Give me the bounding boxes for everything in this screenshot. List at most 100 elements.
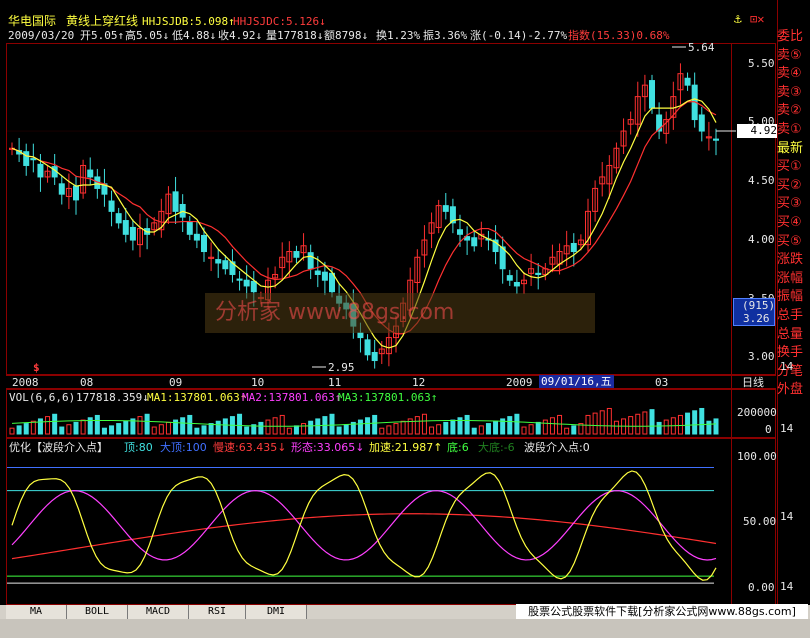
side-num: 14 <box>780 580 794 593</box>
candle-body <box>535 272 542 275</box>
indicator-entry: 波段介入点:0 <box>524 441 590 454</box>
quote-field-6: 最新 <box>777 140 804 156</box>
quote-field-13: 涨幅 <box>777 270 804 286</box>
price-tick: 3.00 <box>748 350 775 363</box>
candle-body <box>471 237 478 247</box>
vol-title: VOL(6,6,6) <box>9 391 76 404</box>
anchor-icon[interactable]: ⚓ <box>734 12 742 27</box>
time-label: 12 <box>412 376 426 389</box>
low-price-label: 2.95 <box>328 361 355 374</box>
quote-field-5: 卖① <box>777 122 802 137</box>
candle-body <box>293 251 300 258</box>
indicator-tick: 0.00 <box>748 581 775 594</box>
quote-field-1: 卖⑤ <box>777 47 802 63</box>
quote-field-14: 振幅 <box>777 289 804 305</box>
indicator-slow: 慢速:63.435↓ <box>213 441 287 454</box>
candle-body <box>73 185 79 201</box>
high-price-label: 5.64 <box>688 41 715 54</box>
vol-ma3: MA3:137801.063↑ <box>338 391 438 404</box>
status-bar <box>0 619 810 638</box>
indicator-bottom-big: 大底:-6 <box>478 441 515 454</box>
volume-mark-value: 3.26 <box>743 312 770 325</box>
quote-field-3: 卖③ <box>777 84 802 100</box>
quote-field-15: 总手 <box>777 308 804 323</box>
candle-body <box>321 271 328 281</box>
quote-field-4: 卖② <box>777 103 802 119</box>
candle-body <box>506 275 513 281</box>
window-controls[interactable]: ⊡✕ <box>750 12 764 26</box>
indicator-top: 顶:80 <box>124 441 153 454</box>
candle-body <box>364 339 371 356</box>
quote-field-10: 买④ <box>777 215 802 230</box>
candle-body <box>457 229 463 235</box>
time-label: 2008 <box>12 376 39 389</box>
indicator-top-big: 大顶:100 <box>160 441 207 454</box>
candle-body <box>713 138 719 141</box>
tab-boll[interactable]: BOLL <box>67 605 128 619</box>
candle-body <box>222 260 229 270</box>
candle-body <box>307 252 314 270</box>
candle-body <box>442 205 449 212</box>
candle-body <box>122 220 129 235</box>
candle-body <box>108 200 115 212</box>
side-num: 14 <box>780 510 794 523</box>
candle-body <box>129 226 136 241</box>
quote-field-9: 买③ <box>777 196 802 212</box>
indicator-title: 优化【波段介入点】 <box>9 441 108 454</box>
candle-body <box>250 280 257 293</box>
vol-value: 177818.359↓ <box>76 391 149 404</box>
quote-field-19: 外盘 <box>777 382 804 398</box>
tab-rsi[interactable]: RSI <box>189 605 246 619</box>
footnote-banner[interactable]: 股票公式股票软件下载[分析家公式网www.88gs.com] <box>516 604 808 620</box>
quote-field-11: 买⑤ <box>777 233 802 249</box>
quote-field-16: 总量 <box>777 326 804 342</box>
period-label: 日线 <box>742 376 764 389</box>
indicator-fast: 加速:21.987↑ <box>369 441 443 454</box>
candle-body <box>513 282 520 287</box>
quote-field-0: 委比 <box>777 29 804 44</box>
tab-ma[interactable]: MA <box>6 605 67 619</box>
volume-mark: (915) <box>742 299 776 312</box>
candle-body <box>371 351 378 362</box>
time-label: 11 <box>328 376 342 389</box>
candle-body <box>236 278 243 281</box>
candle-body <box>243 279 250 287</box>
vol-tick: 200000 <box>737 406 777 419</box>
time-label: 08 <box>80 376 94 389</box>
candle-body <box>357 332 364 339</box>
indicator-tick: 100.00 <box>737 450 777 463</box>
quote-field-7: 买① <box>777 159 802 175</box>
candle-body <box>58 183 65 195</box>
quote-field-12: 涨跌 <box>777 252 804 268</box>
watermark: 分析家 www.88gs.com <box>205 293 595 333</box>
vol-ma1: MA1:137801.063↑ <box>147 391 247 404</box>
candle-body <box>172 191 179 212</box>
cursor-date: 09/01/16,五 <box>539 375 614 388</box>
indicator-panel[interactable] <box>6 438 776 605</box>
price-tick: 4.50 <box>748 174 775 187</box>
candle-body <box>649 80 655 109</box>
volume-mark-box: (915) 3.26 <box>733 298 775 326</box>
candle-body <box>186 221 193 235</box>
vol-tick: 0 <box>765 423 772 436</box>
current-price-tag: 4.92 <box>737 124 777 138</box>
indicator-bottom: 底:6 <box>447 441 469 454</box>
side-num: 14 <box>780 422 794 435</box>
candle-body <box>30 158 37 161</box>
price-tick: 5.50 <box>748 57 775 70</box>
candle-body <box>193 233 200 241</box>
time-label: 2009 <box>506 376 533 389</box>
candle-body <box>23 151 30 166</box>
time-label: 03 <box>655 376 669 389</box>
tab-macd[interactable]: MACD <box>128 605 189 619</box>
candle-body <box>115 213 122 224</box>
indicator-shape: 形态:33.065↓ <box>291 441 365 454</box>
time-label: 09 <box>169 376 183 389</box>
tab-dmi[interactable]: DMI <box>246 605 307 619</box>
candle-body <box>201 234 207 253</box>
indicator-tick: 50.00 <box>743 515 777 528</box>
quote-field-8: 买② <box>777 177 802 193</box>
candle-body <box>698 114 705 132</box>
candle-body <box>314 270 321 275</box>
quote-field-2: 卖④ <box>777 66 802 82</box>
